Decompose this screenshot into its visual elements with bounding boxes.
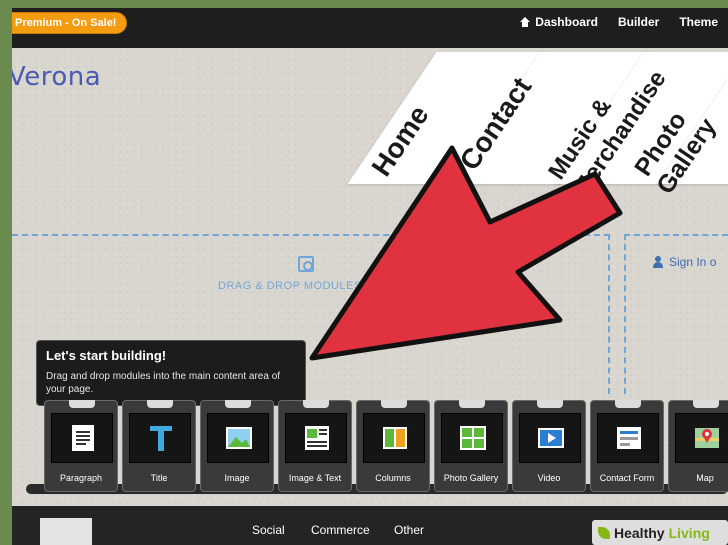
module-preview: [363, 413, 425, 463]
module-image-text[interactable]: Image & Text: [278, 400, 352, 492]
watermark-brand-a: Healthy: [614, 524, 665, 541]
map-icon: [695, 428, 719, 448]
module-tray: Paragraph Title Image Image & Text Colum…: [12, 400, 728, 496]
leaf-icon: [598, 526, 610, 539]
module-label: Title: [150, 473, 168, 483]
image-text-icon: [305, 426, 329, 450]
module-contact-form[interactable]: Contact Form: [590, 400, 664, 492]
builder-canvas: Premium - On Sale! Dashboard Builder The…: [12, 8, 728, 545]
title-icon: [150, 426, 172, 451]
onboarding-tooltip: Let's start building! Drag and drop modu…: [36, 340, 306, 406]
columns-icon: [383, 427, 407, 449]
tooltip-body: Drag and drop modules into the main cont…: [46, 371, 281, 395]
module-preview: [129, 413, 191, 463]
tab-other[interactable]: Other: [394, 523, 424, 537]
module-label: Image & Text: [288, 473, 342, 483]
module-paragraph[interactable]: Paragraph: [44, 400, 118, 492]
module-preview: [51, 413, 113, 463]
image-icon: [226, 427, 252, 449]
healthy-living-watermark: Healthy Living: [592, 520, 728, 545]
tab-social[interactable]: Social: [252, 523, 285, 537]
contact-form-icon: [617, 427, 641, 449]
module-preview: [675, 413, 728, 463]
tab-commerce[interactable]: Commerce: [311, 523, 370, 537]
module-label: Photo Gallery: [443, 473, 499, 483]
paragraph-icon: [72, 425, 94, 451]
module-preview: [519, 413, 581, 463]
video-icon: [538, 428, 564, 448]
module-preview: [441, 413, 503, 463]
module-preview: [597, 413, 659, 463]
tab-basic[interactable]: [40, 518, 92, 545]
module-label: Video: [537, 473, 561, 483]
module-label: Image: [224, 473, 250, 483]
module-label: Contact Form: [599, 473, 655, 483]
module-image[interactable]: Image: [200, 400, 274, 492]
module-label: Columns: [375, 473, 411, 483]
module-preview: [285, 413, 347, 463]
watermark-brand-b: Living: [668, 524, 710, 541]
module-columns[interactable]: Columns: [356, 400, 430, 492]
photo-gallery-icon: [460, 426, 486, 450]
module-label: Map: [696, 473, 714, 483]
module-label: Paragraph: [59, 473, 103, 483]
module-title[interactable]: Title: [122, 400, 196, 492]
module-photo-gallery[interactable]: Photo Gallery: [434, 400, 508, 492]
module-video[interactable]: Video: [512, 400, 586, 492]
tooltip-title: Let's start building!: [46, 348, 167, 363]
module-map[interactable]: Map: [668, 400, 728, 492]
module-preview: [207, 413, 269, 463]
